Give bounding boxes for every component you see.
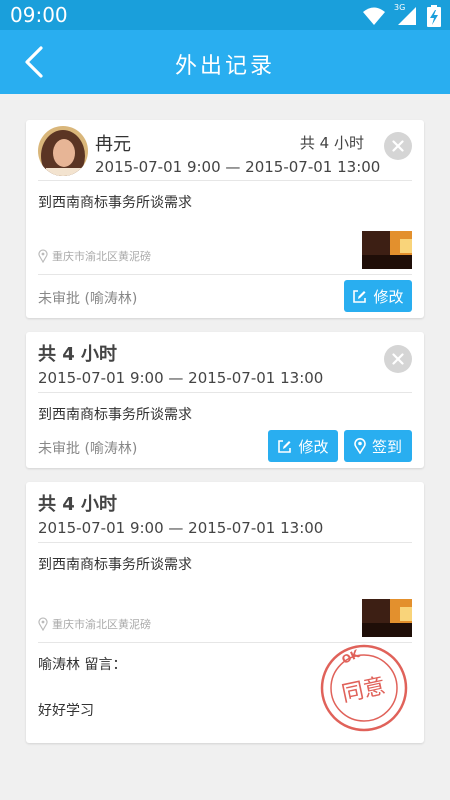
- total-hours: 共 4 小时: [299, 134, 364, 152]
- status-bar: 09:00 3G: [0, 0, 450, 30]
- avatar: [38, 126, 88, 176]
- stamp-ok-text: OK: [340, 647, 362, 667]
- status-icons: 3G: [362, 3, 442, 27]
- signal-icon: 3G: [394, 3, 418, 26]
- edit-icon: [353, 289, 367, 303]
- divider: [38, 274, 412, 275]
- edit-button[interactable]: 修改: [268, 430, 338, 462]
- wifi-icon: [363, 7, 385, 25]
- delete-button[interactable]: [384, 345, 412, 373]
- location: 重庆市渝北区黄泥磅: [38, 248, 151, 264]
- divider: [38, 180, 412, 181]
- divider: [38, 392, 412, 393]
- location-pin-icon: [38, 249, 48, 263]
- approval-status: 未审批 (喻涛林): [38, 291, 138, 307]
- record-card: 冉元 共 4 小时 2015-07-01 9:00 — 2015-07-01 1…: [26, 120, 424, 318]
- delete-button[interactable]: [384, 132, 412, 160]
- user-name: 冉元: [95, 134, 131, 155]
- approved-stamp: OK 同意: [320, 644, 408, 732]
- location: 重庆市渝北区黄泥磅: [38, 616, 151, 632]
- title-bar: 外出记录: [0, 30, 450, 94]
- record-content: 到西南商标事务所谈需求: [38, 557, 192, 573]
- address-text: 重庆市渝北区黄泥磅: [52, 250, 151, 263]
- photo-thumbnail[interactable]: [362, 599, 412, 637]
- edit-icon: [278, 439, 292, 453]
- battery-charging-icon: [427, 5, 441, 27]
- record-card: 共 4 小时 2015-07-01 9:00 — 2015-07-01 13:0…: [26, 332, 424, 468]
- location-pin-icon: [38, 617, 48, 631]
- close-icon: [392, 140, 404, 152]
- location-pin-icon: [354, 438, 366, 454]
- time-range: 2015-07-01 9:00 — 2015-07-01 13:00: [95, 158, 381, 176]
- record-content: 到西南商标事务所谈需求: [38, 407, 192, 423]
- edit-button-label: 修改: [373, 287, 404, 306]
- comment-label: 喻涛林 留言：: [38, 657, 127, 673]
- edit-button-label: 修改: [298, 437, 329, 456]
- divider: [38, 542, 412, 543]
- close-icon: [392, 353, 404, 365]
- time-range: 2015-07-01 9:00 — 2015-07-01 13:00: [38, 519, 324, 537]
- approval-status: 未审批 (喻涛林): [38, 441, 138, 457]
- record-card: 共 4 小时 2015-07-01 9:00 — 2015-07-01 13:0…: [26, 482, 424, 743]
- status-time: 09:00: [10, 3, 68, 27]
- comment-text: 好好学习: [38, 703, 94, 719]
- record-content: 到西南商标事务所谈需求: [38, 195, 192, 211]
- stamp-main-text: 同意: [340, 674, 388, 708]
- photo-thumbnail[interactable]: [362, 231, 412, 269]
- total-hours: 共 4 小时: [38, 344, 118, 365]
- total-hours: 共 4 小时: [38, 494, 118, 515]
- address-text: 重庆市渝北区黄泥磅: [52, 618, 151, 631]
- check-in-button-label: 签到: [371, 437, 402, 456]
- time-range: 2015-07-01 9:00 — 2015-07-01 13:00: [38, 369, 324, 387]
- edit-button[interactable]: 修改: [344, 280, 412, 312]
- page-title: 外出记录: [174, 54, 275, 79]
- check-in-button[interactable]: 签到: [344, 430, 412, 462]
